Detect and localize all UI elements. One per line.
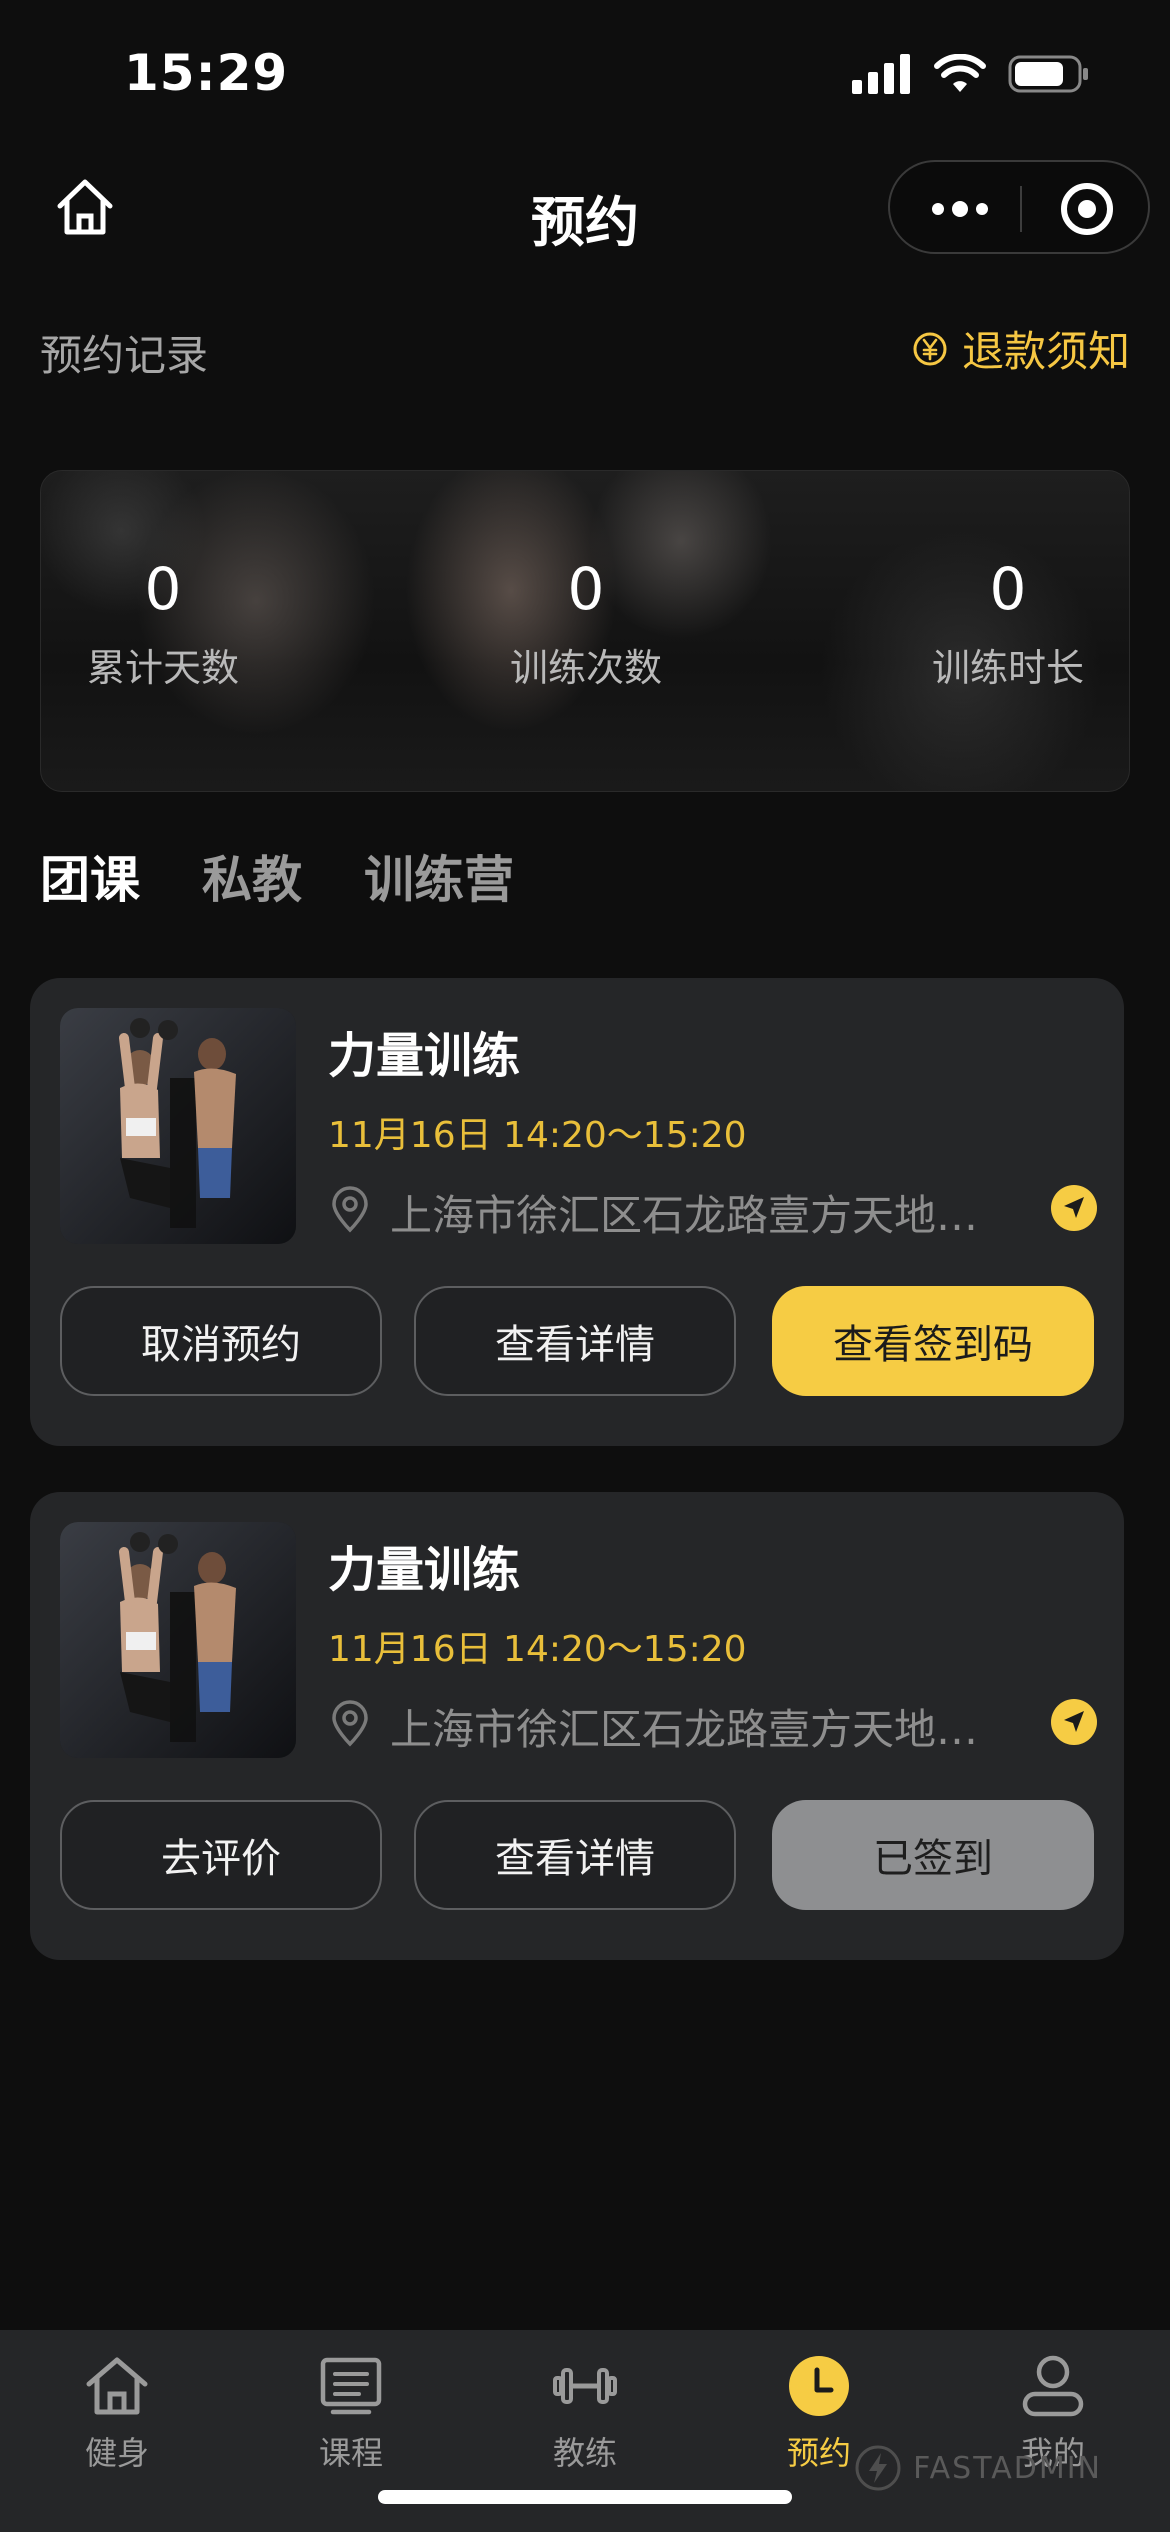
more-dots-icon (932, 201, 988, 217)
course-title: 力量训练 (328, 1028, 521, 1084)
tab-personal-training[interactable]: 私教 (202, 840, 302, 910)
location-pin-icon (332, 1186, 368, 1233)
view-checkin-code-button[interactable]: 查看签到码 (772, 1286, 1094, 1396)
booking-card: 力量训练 11月16日 14:20～15:20 上海市徐汇区石龙路壹方天地… 去… (30, 1492, 1124, 1960)
wifi-icon (934, 54, 986, 92)
watermark-text: FASTADMIN (913, 2450, 1102, 2486)
course-thumbnail[interactable] (60, 1008, 296, 1244)
lightning-icon (855, 2445, 901, 2491)
clock-icon (789, 2356, 849, 2416)
stat-label: 累计天数 (86, 646, 239, 690)
status-time: 15:29 (124, 44, 289, 102)
stat-training-duration: 0 训练时长 (888, 559, 1128, 692)
category-tabs: 团课 私教 训练营 (40, 840, 514, 910)
close-miniprogram-button[interactable] (1060, 182, 1114, 236)
gym-photo-icon (60, 1008, 296, 1244)
navigate-icon[interactable] (1050, 1184, 1098, 1232)
status-icons (852, 54, 1090, 94)
refund-notice-label: 退款须知 (961, 327, 1130, 376)
navigate-icon[interactable] (1050, 1698, 1098, 1746)
nav-bar: 预约 (0, 150, 1170, 264)
page: 15:29 预约 预约记录 退款须知 0 累计天数 0 训练次数 0 训练时长 … (0, 0, 1170, 2532)
stat-value: 0 (989, 555, 1027, 623)
course-time: 11月16日 14:20～15:20 (328, 1629, 747, 1670)
tabbar-label: 健身 (84, 2434, 149, 2472)
address-row: 上海市徐汇区石龙路壹方天地… (328, 1694, 1098, 1754)
stat-label: 训练次数 (509, 646, 662, 690)
write-review-button[interactable]: 去评价 (60, 1800, 382, 1910)
booking-card: 力量训练 11月16日 14:20～15:20 上海市徐汇区石龙路壹方天地… 取… (30, 978, 1124, 1446)
course-thumbnail[interactable] (60, 1522, 296, 1758)
home-indicator[interactable] (378, 2490, 792, 2504)
home-icon (86, 2357, 148, 2415)
more-button[interactable] (928, 193, 992, 225)
stats-banner: 0 累计天数 0 训练次数 0 训练时长 (40, 470, 1130, 792)
tabbar-item-fitness[interactable]: 健身 (37, 2350, 197, 2474)
tabbar-item-coaches[interactable]: 教练 (505, 2350, 665, 2474)
tab-group-class[interactable]: 团课 (40, 840, 140, 910)
signal-icon (852, 54, 910, 94)
stat-training-count: 0 训练次数 (466, 559, 706, 692)
checked-in-button[interactable]: 已签到 (772, 1800, 1094, 1910)
view-details-button[interactable]: 查看详情 (414, 1286, 736, 1396)
stat-value: 0 (567, 555, 605, 623)
course-address: 上海市徐汇区石龙路壹方天地… (390, 1705, 979, 1754)
refund-notice-link[interactable]: 退款须知 (912, 318, 1130, 379)
tabbar-label: 教练 (552, 2434, 617, 2472)
course-address: 上海市徐汇区石龙路壹方天地… (390, 1191, 979, 1240)
records-header: 预约记录 退款须知 (40, 318, 1130, 380)
cancel-booking-button[interactable]: 取消预约 (60, 1286, 382, 1396)
list-icon (320, 2357, 382, 2415)
tabbar-item-courses[interactable]: 课程 (271, 2350, 431, 2474)
location-pin-icon (332, 1700, 368, 1747)
address-row: 上海市徐汇区石龙路壹方天地… (328, 1180, 1098, 1240)
target-icon (1061, 183, 1113, 235)
course-time: 11月16日 14:20～15:20 (328, 1115, 747, 1156)
capsule-divider (1020, 186, 1022, 232)
tabbar-label: 课程 (318, 2434, 383, 2472)
yen-circle-icon (913, 332, 947, 365)
course-title: 力量训练 (328, 1542, 521, 1598)
stat-total-days: 0 累计天数 (43, 559, 283, 692)
dumbbell-icon (553, 2368, 617, 2404)
view-details-button[interactable]: 查看详情 (414, 1800, 736, 1910)
records-title: 预约记录 (40, 331, 209, 380)
watermark: FASTADMIN (855, 2445, 1102, 2491)
stat-label: 训练时长 (931, 646, 1084, 690)
mini-program-capsule (888, 160, 1150, 254)
tab-training-camp[interactable]: 训练营 (364, 840, 514, 910)
gym-photo-icon (60, 1522, 296, 1758)
battery-icon (1008, 55, 1088, 93)
status-bar: 15:29 (0, 0, 1170, 150)
user-icon (1022, 2355, 1084, 2417)
stat-value: 0 (144, 555, 182, 623)
